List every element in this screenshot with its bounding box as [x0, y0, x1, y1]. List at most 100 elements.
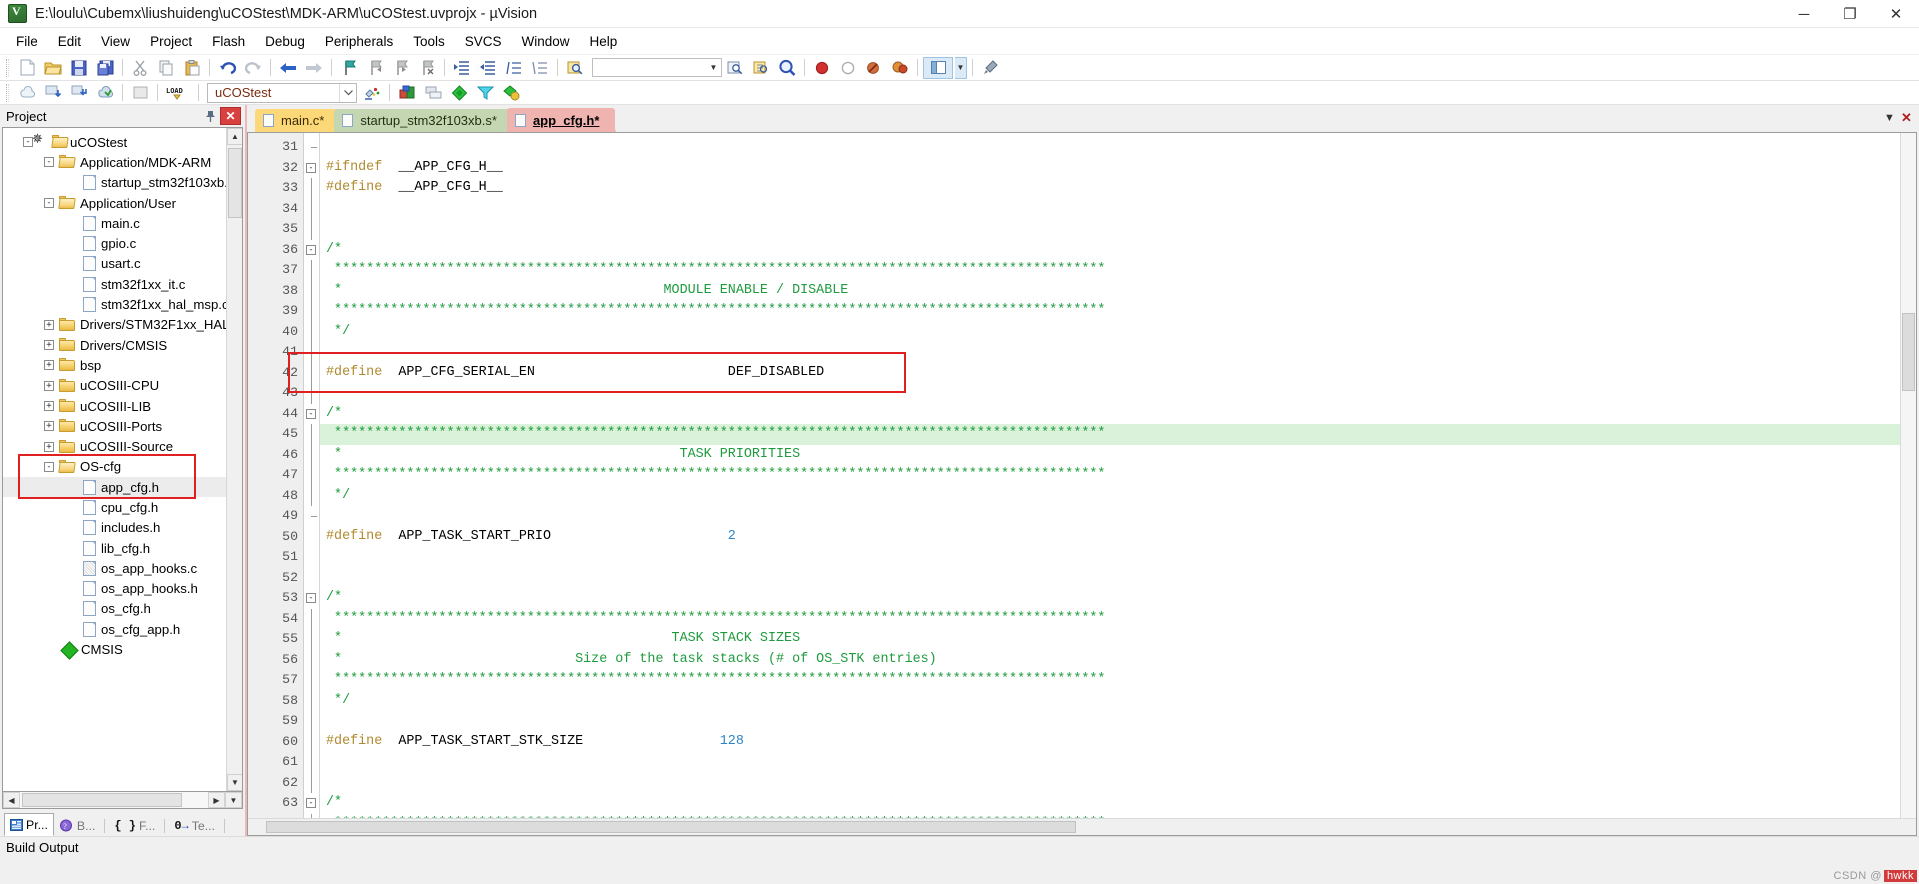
batch-build-icon[interactable] — [93, 82, 117, 104]
tree-item-application-user[interactable]: - Application/User — [3, 193, 226, 213]
project-tree-scrollbar-vertical[interactable]: ▲ ▼ — [226, 128, 242, 791]
expand-icon[interactable]: + — [44, 441, 54, 452]
paste-icon[interactable] — [180, 57, 204, 79]
tree-item-drivers-cmsis[interactable]: + Drivers/CMSIS — [3, 335, 226, 355]
code-line[interactable]: #ifndef __APP_CFG_H__ — [320, 158, 1916, 179]
menu-tools[interactable]: Tools — [403, 30, 455, 53]
navigate-backward-icon[interactable] — [276, 57, 300, 79]
chevron-down-icon[interactable]: ▼ — [1881, 109, 1898, 126]
comment-block-icon[interactable] — [502, 57, 526, 79]
layout-chevron-down-icon[interactable]: ▼ — [955, 56, 967, 79]
close-icon[interactable]: ✕ — [220, 107, 241, 125]
manage-project-items-icon[interactable] — [395, 82, 419, 104]
tree-item-bsp[interactable]: + bsp — [3, 355, 226, 375]
close-icon[interactable]: ✕ — [1898, 109, 1915, 126]
tree-item-stm32f1xx-hal-msp-c[interactable]: stm32f1xx_hal_msp.c — [3, 294, 226, 314]
pin-icon[interactable] — [202, 107, 218, 125]
collapse-region-icon[interactable]: - — [306, 408, 316, 419]
tree-item-gpio-c[interactable]: gpio.c — [3, 233, 226, 253]
scrollbar-thumb[interactable] — [228, 148, 242, 218]
code-line[interactable]: ****************************************… — [320, 670, 1916, 691]
tree-item-application-mdk-arm[interactable]: - Application/MDK-ARM — [3, 152, 226, 172]
code-line[interactable]: /* — [320, 404, 1916, 425]
tree-item-os-app-hooks-h[interactable]: os_app_hooks.h — [3, 579, 226, 599]
copy-icon[interactable] — [154, 57, 178, 79]
chevron-down-icon[interactable] — [339, 83, 356, 102]
arrow-right-icon[interactable]: ▶ — [208, 792, 225, 808]
open-file-icon[interactable] — [41, 57, 65, 79]
find-in-files-icon[interactable] — [563, 57, 587, 79]
tree-item-cpu-cfg-h[interactable]: cpu_cfg.h — [3, 497, 226, 517]
bookmark-next-icon[interactable] — [389, 57, 413, 79]
menu-view[interactable]: View — [91, 30, 140, 53]
code-text[interactable]: #ifndef __APP_CFG_H__ #define __APP_CFG_H… — [320, 133, 1916, 835]
tree-item-os-cfg-app-h[interactable]: os_cfg_app.h — [3, 619, 226, 639]
tree-item-lib-cfg-h[interactable]: lib_cfg.h — [3, 538, 226, 558]
manage-run-time-environment-icon[interactable] — [421, 82, 445, 104]
expand-icon[interactable]: + — [44, 401, 54, 411]
tree-item-cmsis[interactable]: CMSIS — [3, 639, 226, 659]
code-line[interactable]: ****************************************… — [320, 301, 1916, 322]
editor-tab-app-cfg-h[interactable]: app_cfg.h* — [506, 108, 616, 132]
code-line[interactable] — [320, 547, 1916, 568]
expand-icon[interactable]: + — [44, 421, 54, 432]
tree-item-os-cfg[interactable]: - OS-cfg — [3, 457, 226, 477]
collapse-icon[interactable]: - — [44, 461, 54, 472]
scrollbar-thumb[interactable] — [22, 793, 182, 807]
toolbar-grip[interactable] — [6, 58, 9, 77]
menu-file[interactable]: File — [6, 30, 48, 53]
uncomment-block-icon[interactable] — [528, 57, 552, 79]
menu-project[interactable]: Project — [140, 30, 202, 53]
editor-tab-main-c[interactable]: main.c* — [255, 109, 341, 132]
tree-item-ucosiii-source[interactable]: + uCOSIII-Source — [3, 436, 226, 456]
tree-item-ucostest[interactable]: -uCOStest — [3, 132, 226, 152]
find-icon[interactable] — [749, 57, 773, 79]
manage-multi-project-icon[interactable] — [499, 82, 523, 104]
maximize-button[interactable]: ❐ — [1827, 0, 1873, 28]
code-line[interactable]: */ — [320, 486, 1916, 507]
collapse-icon[interactable]: - — [44, 198, 54, 209]
pack-installer-icon[interactable] — [447, 82, 471, 104]
code-line[interactable]: ****************************************… — [320, 609, 1916, 630]
tree-item-usart-c[interactable]: usart.c — [3, 254, 226, 274]
bookmark-toggle-icon[interactable] — [337, 57, 361, 79]
code-line[interactable] — [320, 506, 1916, 527]
menu-peripherals[interactable]: Peripherals — [315, 30, 403, 53]
undo-icon[interactable] — [215, 57, 239, 79]
save-all-icon[interactable] — [93, 57, 117, 79]
menu-window[interactable]: Window — [511, 30, 579, 53]
tree-item-includes-h[interactable]: includes.h — [3, 518, 226, 538]
toolbar-grip[interactable] — [6, 83, 9, 102]
rebuild-all-icon[interactable] — [67, 82, 91, 104]
breakpoint-disable-all-icon[interactable] — [888, 57, 912, 79]
tree-item-ucosiii-lib[interactable]: + uCOSIII-LIB — [3, 396, 226, 416]
arrow-up-icon[interactable]: ▲ — [227, 128, 242, 145]
collapse-icon[interactable]: - — [44, 157, 54, 168]
collapse-region-icon[interactable]: - — [306, 244, 316, 255]
download-icon[interactable]: LOAD — [163, 82, 193, 104]
target-options-icon[interactable] — [360, 82, 384, 104]
code-line[interactable] — [320, 199, 1916, 220]
dock-tab-templates[interactable]: 0 → Te... — [168, 815, 221, 836]
tree-item-ucosiii-ports[interactable]: + uCOSIII-Ports — [3, 416, 226, 436]
close-button[interactable]: ✕ — [1873, 0, 1919, 28]
minimize-button[interactable]: ─ — [1781, 0, 1827, 28]
save-icon[interactable] — [67, 57, 91, 79]
tree-item-drivers-stm32f1xx-hal-driver[interactable]: + Drivers/STM32F1xx_HAL_Driver — [3, 315, 226, 335]
chevron-down-icon[interactable]: ▼ — [225, 792, 242, 808]
bookmark-prev-icon[interactable] — [363, 57, 387, 79]
code-line[interactable] — [320, 711, 1916, 732]
code-line[interactable] — [320, 568, 1916, 589]
code-line[interactable] — [320, 137, 1916, 158]
code-line[interactable]: */ — [320, 322, 1916, 343]
tree-item-startup-stm32f103xb-s[interactable]: startup_stm32f103xb.s — [3, 173, 226, 193]
code-line[interactable]: * Size of the task stacks (# of OS_STK e… — [320, 650, 1916, 671]
tree-item-os-app-hooks-c[interactable]: os_app_hooks.c — [3, 558, 226, 578]
find-combo[interactable]: ▼ — [592, 58, 722, 77]
pack-filter-icon[interactable] — [473, 82, 497, 104]
breakpoint-disable-icon[interactable] — [836, 57, 860, 79]
code-line[interactable] — [320, 219, 1916, 240]
breakpoint-kill-all-icon[interactable] — [862, 57, 886, 79]
menu-debug[interactable]: Debug — [255, 30, 315, 53]
editor-scrollbar-vertical[interactable] — [1900, 133, 1916, 818]
